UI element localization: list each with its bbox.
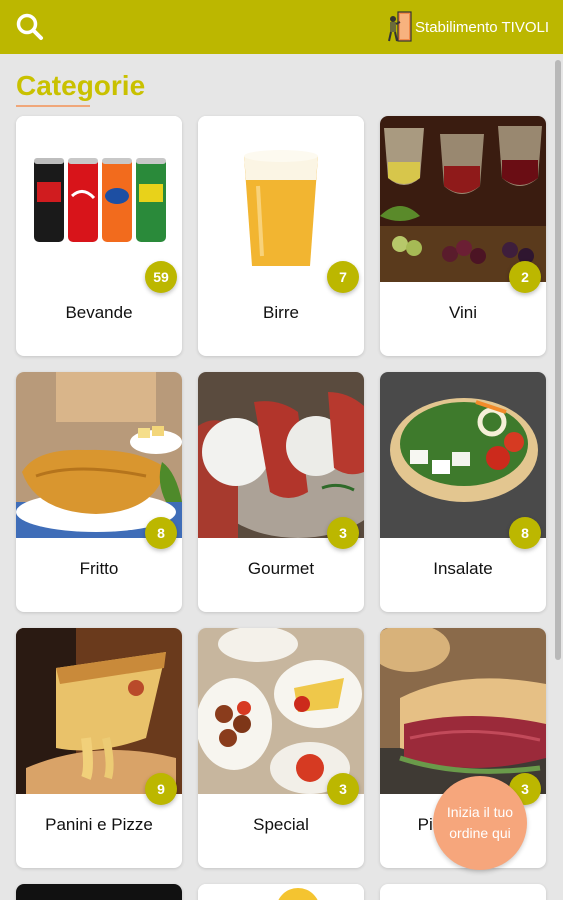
category-card-special[interactable]: 3 Special [198, 628, 364, 868]
category-card-vini[interactable]: 2 Vini [380, 116, 546, 356]
category-image-insalate [380, 372, 546, 538]
scrollbar[interactable] [555, 60, 561, 660]
item-count-badge: 8 [509, 517, 541, 549]
page-title: Categorie [16, 70, 146, 101]
category-label: Fritto [79, 559, 119, 578]
category-card-birre[interactable]: 7 Birre [198, 116, 364, 356]
item-count-badge: 2 [509, 261, 541, 293]
category-label: Birre [263, 303, 299, 322]
category-image-partial [198, 884, 364, 900]
title-underline [16, 105, 90, 107]
category-label: Gourmet [247, 559, 315, 578]
stabilimento-icon [388, 11, 412, 42]
category-label: Bevande [65, 303, 133, 322]
category-label: Vini [448, 303, 478, 322]
category-image-birre [198, 116, 364, 282]
category-label: Special [253, 815, 309, 834]
category-card-partial[interactable] [16, 884, 182, 900]
item-count-badge: 7 [327, 261, 359, 293]
category-card-fritto[interactable]: 8 Fritto [16, 372, 182, 612]
category-card-insalate[interactable]: 8 Insalate [380, 372, 546, 612]
category-card-gourmet[interactable]: 3 Gourmet [198, 372, 364, 612]
category-card-partial[interactable] [380, 884, 546, 900]
category-image-gourmet [198, 372, 364, 538]
category-card-panini-e-pizze[interactable]: 9 Panini e Pizze [16, 628, 182, 868]
category-label: Panini e Pizze [45, 815, 153, 834]
category-image-piatti-freddi [380, 628, 546, 794]
category-card-bevande[interactable]: 59 Bevande [16, 116, 182, 356]
item-count-badge: 3 [327, 517, 359, 549]
start-order-button[interactable]: Inizia il tuo ordine qui [433, 776, 527, 870]
search-icon [16, 13, 43, 40]
category-image-partial [16, 884, 182, 900]
item-count-badge: 8 [145, 517, 177, 549]
category-card-partial[interactable] [198, 884, 364, 900]
category-image-panini-e-pizze [16, 628, 182, 794]
category-label: Insalate [433, 559, 493, 578]
item-count-badge: 3 [327, 773, 359, 805]
stabilimento-link[interactable]: Stabilimento TIVOLI [385, 9, 549, 45]
category-image-bevande [16, 116, 182, 282]
top-bar: Stabilimento TIVOLI [0, 0, 563, 54]
item-count-badge: 9 [145, 773, 177, 805]
brand-label: Stabilimento TIVOLI [415, 18, 549, 36]
search-button[interactable] [14, 11, 46, 43]
item-count-badge: 59 [145, 261, 177, 293]
category-image-special [198, 628, 364, 794]
category-image-fritto [16, 372, 182, 538]
category-image-vini [380, 116, 546, 282]
